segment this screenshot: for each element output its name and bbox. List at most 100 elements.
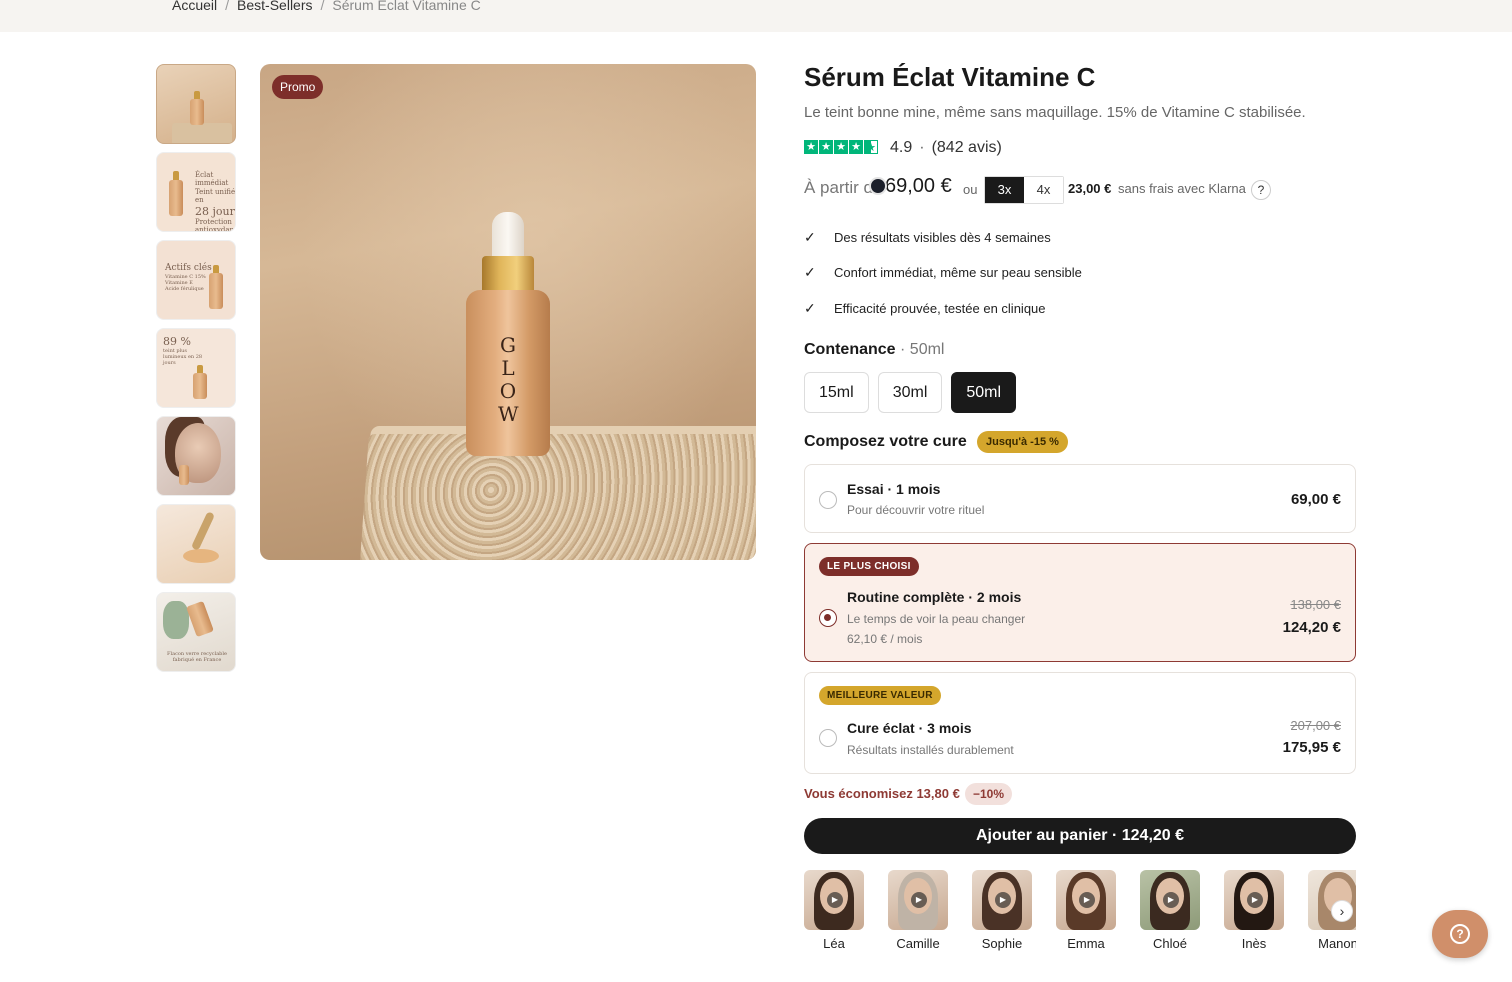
offer-radio[interactable]: [819, 609, 837, 627]
offer-card-trial[interactable]: Essai · 1 mois Pour découvrir votre ritu…: [804, 464, 1356, 533]
reviewer-name: Emma: [1067, 936, 1105, 951]
product-title: Sérum Éclat Vitamine C: [804, 62, 1096, 92]
benefit-item: ✓ Efficacité prouvée, testée en clinique: [804, 300, 1046, 316]
add-to-cart-button[interactable]: Ajouter au panier · 124,20 €: [804, 818, 1356, 854]
size-selected: · 50ml: [900, 341, 945, 358]
reviewer-name: Inès: [1241, 936, 1267, 951]
reviews-count: (842 avis): [931, 139, 1002, 156]
benefit-item: ✓ Confort immédiat, même sur peau sensibl…: [804, 264, 1082, 280]
chevron-right-icon[interactable]: ›: [1331, 900, 1353, 922]
breadcrumb-category[interactable]: Best-Sellers: [237, 0, 312, 13]
offer-radio[interactable]: [819, 491, 837, 509]
stone-block: [359, 434, 756, 560]
or-label: ou: [963, 182, 978, 197]
savings-text: Vous économisez 13,80 €: [804, 786, 960, 801]
thumbnail-7-text: Flacon verre recyclable fabriqué en Fran…: [167, 651, 227, 663]
thumbnail-2-text: Éclat immédiat Teint unifié en 28 jours …: [195, 171, 236, 232]
offer-monthly-price: 62,10 € / mois: [847, 632, 923, 646]
reviewer-name: Léa: [823, 936, 845, 951]
play-icon: ▶: [1079, 892, 1095, 908]
reviewer-name: Manon: [1318, 936, 1356, 951]
video-review[interactable]: ▶ Léa: [804, 870, 864, 951]
thumbnail-7[interactable]: Flacon verre recyclable fabriqué en Fran…: [156, 592, 236, 672]
offer-subtitle: Le temps de voir la peau changer: [847, 612, 1026, 626]
reviewer-name: Sophie: [981, 936, 1023, 951]
check-icon: ✓: [804, 300, 816, 316]
thumbnail-6[interactable]: [156, 504, 236, 584]
offer-name: Routine complète · 2 mois: [847, 589, 1022, 605]
product-hero-image[interactable]: G L O W: [260, 64, 756, 560]
check-icon: ✓: [804, 264, 816, 280]
video-review[interactable]: ▶ Chloé: [1140, 870, 1200, 951]
help-circle-icon: ?: [1450, 924, 1470, 944]
reviewer-name: Camille: [896, 936, 940, 951]
cure-discount-tag: Jusqu'à -15 %: [977, 431, 1068, 453]
cursor-icon: [869, 177, 887, 195]
size-label: Contenance · 50ml: [804, 341, 945, 358]
breadcrumb-home[interactable]: Accueil: [172, 0, 217, 13]
offer-price: 175,95 €: [1282, 739, 1341, 756]
klarna-text: sans frais avec Klarna: [1118, 181, 1246, 196]
thumbnail-4-text: 89 % teint plus lumineux en 28 jours: [163, 335, 203, 367]
thumbnail-2[interactable]: Éclat immédiat Teint unifié en 28 jours …: [156, 152, 236, 232]
play-icon: ▶: [1163, 892, 1179, 908]
breadcrumb: Accueil / Best-Sellers / Sérum Éclat Vitamin…: [172, 0, 481, 13]
video-review[interactable]: ▶ Emma: [1056, 870, 1116, 951]
breadcrumb-separator: /: [225, 0, 230, 13]
price-value: 69,00 €: [885, 175, 952, 197]
play-icon: ▶: [911, 892, 927, 908]
rating-dot: ·: [919, 139, 925, 156]
best-value-badge: MEILLEURE VALEUR: [819, 686, 941, 705]
offer-name: Essai · 1 mois: [847, 481, 941, 497]
size-option-30ml[interactable]: 30ml: [877, 372, 943, 413]
klarna-tab-3x[interactable]: 3x: [985, 177, 1024, 203]
size-option-15ml[interactable]: 15ml: [804, 372, 869, 413]
star-half-icon: ★: [864, 140, 878, 154]
play-icon: ▶: [995, 892, 1011, 908]
offer-subtitle: Pour découvrir votre rituel: [847, 503, 985, 517]
video-review[interactable]: ▶ Inès: [1224, 870, 1284, 951]
help-icon[interactable]: ?: [1251, 180, 1271, 200]
klarna-tab-4x[interactable]: 4x: [1024, 177, 1063, 203]
offer-radio[interactable]: [819, 729, 837, 747]
play-icon: ▶: [1247, 892, 1263, 908]
play-icon: ▶: [827, 892, 843, 908]
video-review[interactable]: ▶ Sophie: [972, 870, 1032, 951]
thumbnail-3[interactable]: Actifs clés Vitamine C 15% Vitamine E Ac…: [156, 240, 236, 320]
star-icon: ★: [834, 140, 848, 154]
star-icon: ★: [849, 140, 863, 154]
promo-badge: Promo: [272, 75, 324, 99]
breadcrumb-current: Sérum Éclat Vitamine C: [332, 0, 481, 13]
offer-name: Cure éclat · 3 mois: [847, 720, 972, 736]
thumbnail-3-text: Actifs clés Vitamine C 15% Vitamine E Ac…: [165, 263, 212, 292]
thumbnail-4[interactable]: 89 % teint plus lumineux en 28 jours: [156, 328, 236, 408]
offer-subtitle: Résultats installés durablement: [847, 743, 1014, 757]
benefit-item: ✓ Des résultats visibles dès 4 semaines: [804, 229, 1051, 245]
star-rating[interactable]: ★ ★ ★ ★ ★: [804, 140, 878, 154]
size-option-50ml[interactable]: 50ml: [951, 372, 1017, 413]
rating-summary[interactable]: 4.9 · (842 avis): [890, 139, 1002, 157]
product-subtitle: Le teint bonne mine, même sans maquillag…: [804, 104, 1306, 121]
check-icon: ✓: [804, 229, 816, 245]
price-from-label: À partir d: [804, 178, 873, 197]
offer-price: 124,20 €: [1282, 619, 1341, 636]
price-row: À partir d 69,00 € ou 3x 4x 23,00 € sans…: [804, 174, 1364, 204]
help-chat-button[interactable]: ?: [1432, 910, 1488, 958]
thumbnail-list: Éclat immédiat Teint unifié en 28 jours …: [156, 64, 236, 680]
video-review[interactable]: ▶ Camille: [888, 870, 948, 951]
offer-card-routine[interactable]: LE PLUS CHOISI Routine complète · 2 mois…: [804, 543, 1356, 662]
star-icon: ★: [804, 140, 818, 154]
thumbnail-1[interactable]: [156, 64, 236, 144]
offer-old-price: 207,00 €: [1290, 718, 1341, 733]
thumbnail-5[interactable]: [156, 416, 236, 496]
bottle-label: G L O W: [498, 333, 519, 426]
star-icon: ★: [819, 140, 833, 154]
cure-label: Composez votre cure: [804, 433, 967, 450]
breadcrumb-separator: /: [320, 0, 325, 13]
offer-price: 69,00 €: [1290, 491, 1341, 508]
video-reviews-carousel: ▶ Léa ▶ Camille ▶ Sophie ▶ Emma ▶ Chloé …: [804, 870, 1356, 960]
offer-card-cure[interactable]: MEILLEURE VALEUR Cure éclat · 3 mois Rés…: [804, 672, 1356, 774]
reviewer-name: Chloé: [1153, 936, 1187, 951]
savings-percent: −10%: [965, 783, 1013, 805]
size-selector: 15ml 30ml 50ml: [804, 372, 1017, 413]
